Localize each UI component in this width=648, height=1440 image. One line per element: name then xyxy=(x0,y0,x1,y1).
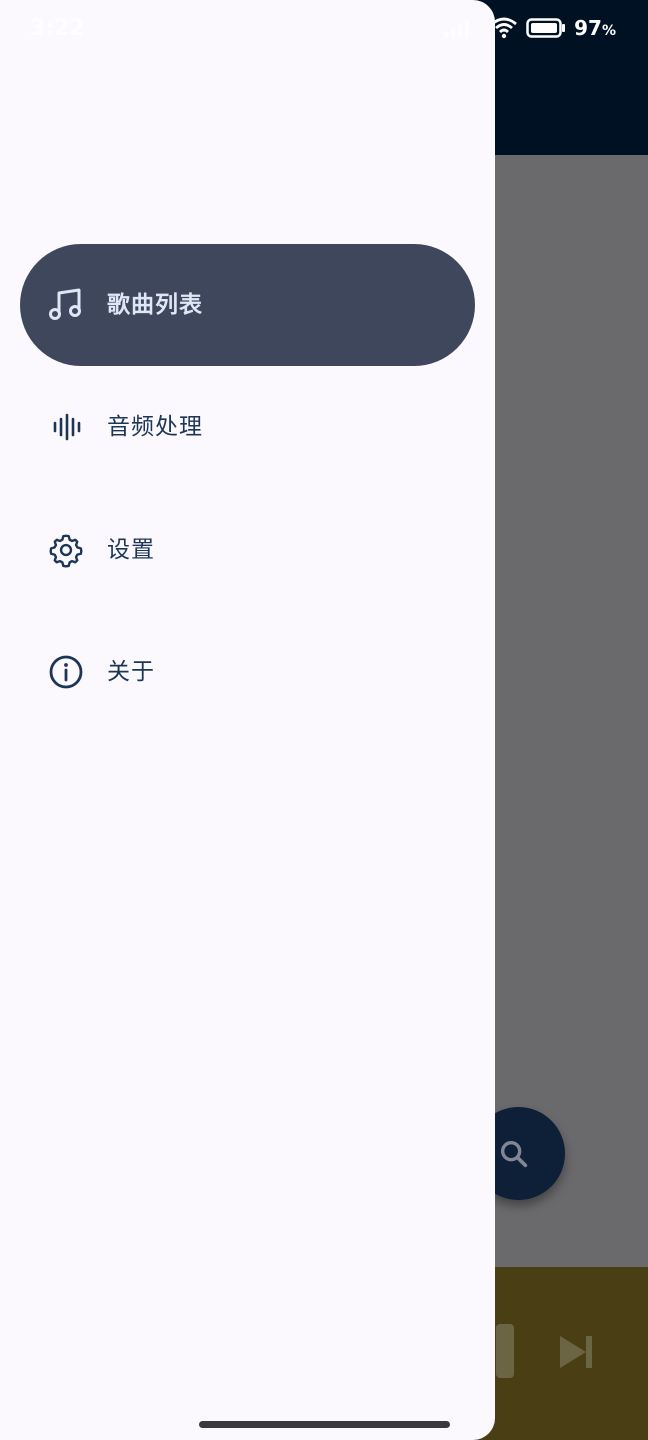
pause-icon[interactable] xyxy=(496,1324,514,1378)
music-note-icon xyxy=(48,287,84,323)
nav-label-song-list: 歌曲列表 xyxy=(107,292,203,318)
status-time: 3:22 xyxy=(30,16,85,41)
nav-item-settings[interactable]: 设置 xyxy=(20,489,475,611)
battery-unit: % xyxy=(601,23,616,39)
nav-item-about[interactable]: 关于 xyxy=(20,611,475,733)
nav-label-settings: 设置 xyxy=(107,537,155,563)
skip-next-icon[interactable] xyxy=(556,1332,596,1372)
nav-label-about: 关于 xyxy=(107,659,155,685)
wifi-icon xyxy=(491,17,518,39)
navigation-drawer: 歌曲列表 音频处理 设置 关于 xyxy=(0,0,495,1440)
nav-label-audio-processing: 音频处理 xyxy=(107,414,203,440)
search-icon xyxy=(500,1140,527,1167)
nav-item-audio-processing[interactable]: 音频处理 xyxy=(20,366,475,488)
home-indicator[interactable] xyxy=(199,1421,450,1428)
battery-value: 97 xyxy=(574,16,602,40)
gear-icon xyxy=(48,532,84,568)
status-bar: 3:22 97% xyxy=(0,0,648,60)
audio-waveform-icon xyxy=(48,409,84,445)
screen: 3:22 97% 歌曲列表 音频处理 设置 关于 xyxy=(0,0,648,1440)
signal-icon xyxy=(444,20,470,38)
battery-percent: 97% xyxy=(574,16,616,40)
status-icons: 97% xyxy=(442,16,616,40)
info-icon xyxy=(48,654,84,690)
battery-icon xyxy=(526,18,566,38)
nav-item-song-list[interactable]: 歌曲列表 xyxy=(20,244,475,366)
